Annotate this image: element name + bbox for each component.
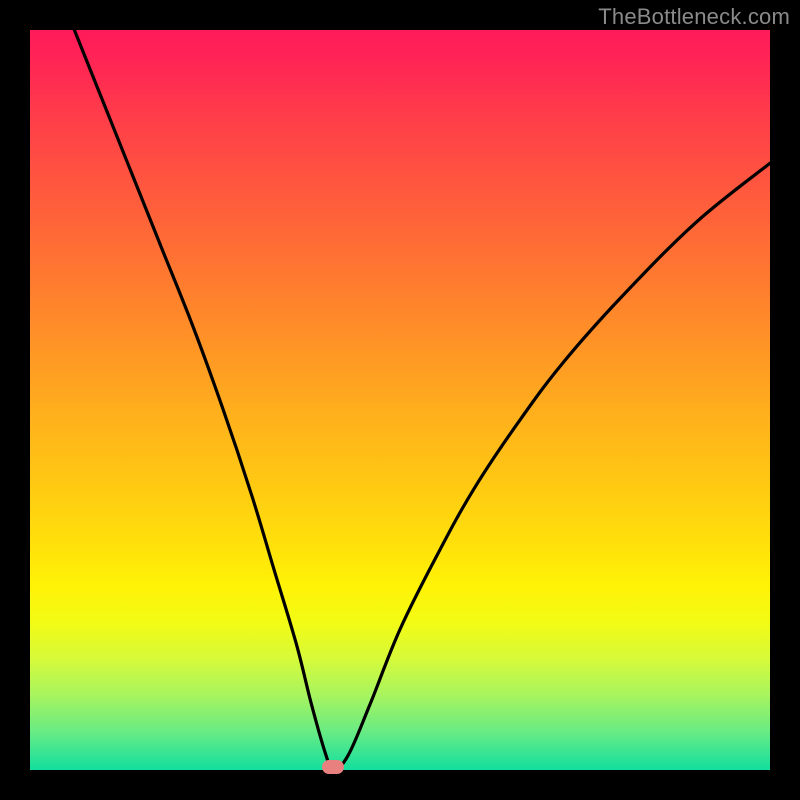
chart-frame: TheBottleneck.com xyxy=(0,0,800,800)
bottleneck-curve-path xyxy=(74,30,770,770)
plot-area xyxy=(30,30,770,770)
attribution-text: TheBottleneck.com xyxy=(598,4,790,30)
curve-svg xyxy=(30,30,770,770)
bottleneck-marker xyxy=(322,760,344,774)
